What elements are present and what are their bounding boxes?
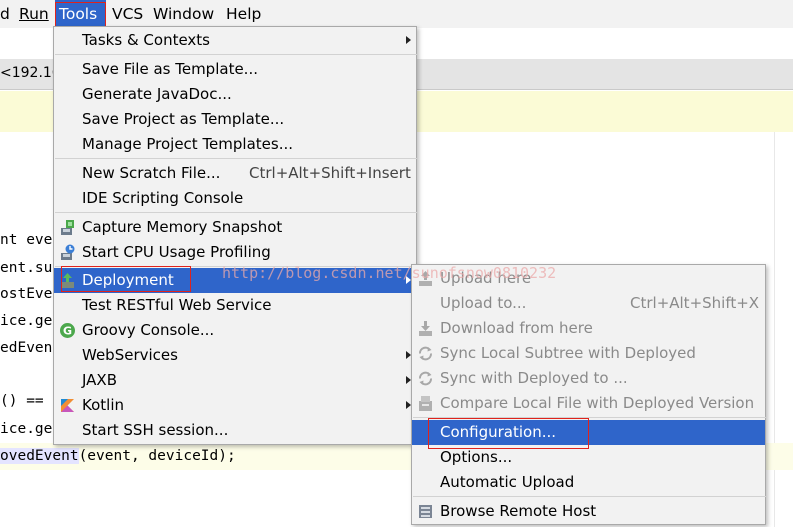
menu-item-jaxb[interactable]: JAXB — [54, 368, 416, 393]
download-icon — [419, 321, 432, 336]
menu-item-save-project-template[interactable]: Save Project as Template... — [54, 107, 416, 132]
menu-separator — [413, 417, 766, 418]
menu-item-label: Download from here — [440, 319, 593, 337]
menu-item-generate-javadoc[interactable]: Generate JavaDoc... — [54, 82, 416, 107]
sync-icon — [419, 346, 432, 361]
menu-item-label: New Scratch File... — [82, 164, 221, 182]
menu-item-webservices[interactable]: WebServices — [54, 343, 416, 368]
menu-build[interactable]: d — [0, 0, 14, 28]
sync-icon — [419, 371, 432, 386]
menu-item-label: Groovy Console... — [82, 321, 215, 339]
code-line: ice.ge — [0, 313, 53, 329]
menu-item-upload-here[interactable]: Upload here — [412, 266, 765, 291]
menu-item-test-restful[interactable]: Test RESTful Web Service — [54, 293, 416, 318]
menu-item-sync-local-subtree[interactable]: Sync Local Subtree with Deployed — [412, 341, 765, 366]
deployment-submenu: Upload here Upload to... Ctrl+Alt+Shift+… — [411, 264, 766, 525]
menu-item-configuration[interactable]: Configuration... — [412, 420, 765, 445]
code-line: ent.su — [0, 260, 53, 276]
menu-separator — [413, 496, 766, 497]
remote-host-icon — [419, 505, 432, 518]
menu-item-label: Manage Project Templates... — [82, 135, 294, 153]
menu-item-download-from-here[interactable]: Download from here — [412, 316, 765, 341]
svg-text:G: G — [63, 325, 72, 338]
submenu-arrow-icon — [406, 36, 411, 44]
menu-item-ide-scripting-console[interactable]: IDE Scripting Console — [54, 186, 416, 211]
upload-icon — [419, 271, 432, 286]
menu-item-label: Tasks & Contexts — [82, 31, 210, 49]
menu-item-shortcut: Ctrl+Alt+Shift+Insert — [249, 164, 411, 182]
code-line-current: ovedEvent(event, deviceId); — [0, 448, 236, 464]
code-line: ostEve — [0, 286, 53, 302]
menu-item-label: IDE Scripting Console — [82, 189, 244, 207]
tools-menu: Tasks & Contexts Save File as Template..… — [53, 26, 417, 445]
menu-item-browse-remote-host[interactable]: Browse Remote Host — [412, 499, 765, 524]
compare-icon — [419, 396, 432, 411]
menu-item-groovy-console[interactable]: G Groovy Console... — [54, 318, 416, 343]
menu-tools[interactable]: Tools — [55, 0, 106, 28]
menu-window[interactable]: Window — [149, 0, 218, 28]
menu-item-kotlin[interactable]: Kotlin — [54, 393, 416, 418]
menu-item-deployment[interactable]: Deployment — [54, 268, 416, 293]
menu-item-label: WebServices — [82, 346, 178, 364]
menu-item-label: Save Project as Template... — [82, 110, 285, 128]
menu-item-start-cpu-profiling[interactable]: Start CPU Usage Profiling — [54, 240, 416, 265]
menu-item-label: Generate JavaDoc... — [82, 85, 232, 103]
menu-item-shortcut: Ctrl+Alt+Shift+X — [630, 294, 760, 312]
menu-item-label: Browse Remote Host — [440, 502, 597, 520]
menu-item-capture-memory-snapshot[interactable]: Capture Memory Snapshot — [54, 215, 416, 240]
menu-separator — [55, 212, 417, 213]
menu-separator — [55, 266, 417, 267]
menu-bar: d Run Tools VCS Window Help — [0, 0, 793, 28]
menu-item-sync-with-deployed[interactable]: Sync with Deployed to ... — [412, 366, 765, 391]
menu-item-label: Sync Local Subtree with Deployed — [440, 344, 696, 362]
menu-item-label: Deployment — [82, 271, 174, 289]
deployment-icon — [61, 273, 74, 288]
kotlin-icon — [61, 399, 74, 412]
menu-item-label: Kotlin — [82, 396, 124, 414]
menu-run-label: Run — [19, 5, 49, 23]
menu-separator — [55, 54, 417, 55]
menu-item-upload-to[interactable]: Upload to... Ctrl+Alt+Shift+X — [412, 291, 765, 316]
menu-item-label: Upload here — [440, 269, 532, 287]
menu-item-label: Test RESTful Web Service — [82, 296, 272, 314]
menu-item-label: Start SSH session... — [82, 421, 229, 439]
cpu-profiling-icon — [61, 244, 75, 260]
menu-item-label: Save File as Template... — [82, 60, 258, 78]
code-line: edEven — [0, 340, 53, 356]
menu-item-label: Compare Local File with Deployed Version — [440, 394, 755, 412]
menu-item-label: Sync with Deployed to ... — [440, 369, 628, 387]
menu-item-compare-local-file[interactable]: Compare Local File with Deployed Version — [412, 391, 765, 416]
menu-item-new-scratch-file[interactable]: New Scratch File... Ctrl+Alt+Shift+Inser… — [54, 161, 416, 186]
editor-tab-label[interactable]: <192.16 — [0, 65, 61, 81]
menu-vcs[interactable]: VCS — [108, 0, 147, 28]
menu-item-label: Start CPU Usage Profiling — [82, 243, 271, 261]
menu-item-label: JAXB — [82, 371, 117, 389]
menu-separator — [55, 158, 417, 159]
menu-item-automatic-upload[interactable]: Automatic Upload — [412, 470, 765, 495]
groovy-icon: G — [60, 323, 75, 338]
code-line-rest: (event, deviceId); — [78, 448, 236, 464]
memory-snapshot-icon — [61, 220, 74, 235]
menu-help[interactable]: Help — [222, 0, 265, 28]
menu-item-label: Configuration... — [440, 423, 557, 441]
menu-item-label: Upload to... — [440, 294, 527, 312]
menu-item-start-ssh-session[interactable]: Start SSH session... — [54, 418, 416, 443]
menu-item-save-file-template[interactable]: Save File as Template... — [54, 57, 416, 82]
code-line: ice.ge — [0, 421, 53, 437]
menu-item-label: Options... — [440, 448, 513, 466]
code-line: () == I — [0, 393, 62, 409]
menu-item-label: Capture Memory Snapshot — [82, 218, 283, 236]
menu-run[interactable]: Run — [15, 0, 53, 28]
menu-item-manage-project-templates[interactable]: Manage Project Templates... — [54, 132, 416, 157]
menu-item-label: Automatic Upload — [440, 473, 575, 491]
highlighted-identifier: ovedEvent — [0, 448, 79, 464]
menu-item-tasks-contexts[interactable]: Tasks & Contexts — [54, 28, 416, 53]
menu-item-options[interactable]: Options... — [412, 445, 765, 470]
code-line: nt eve — [0, 232, 53, 248]
